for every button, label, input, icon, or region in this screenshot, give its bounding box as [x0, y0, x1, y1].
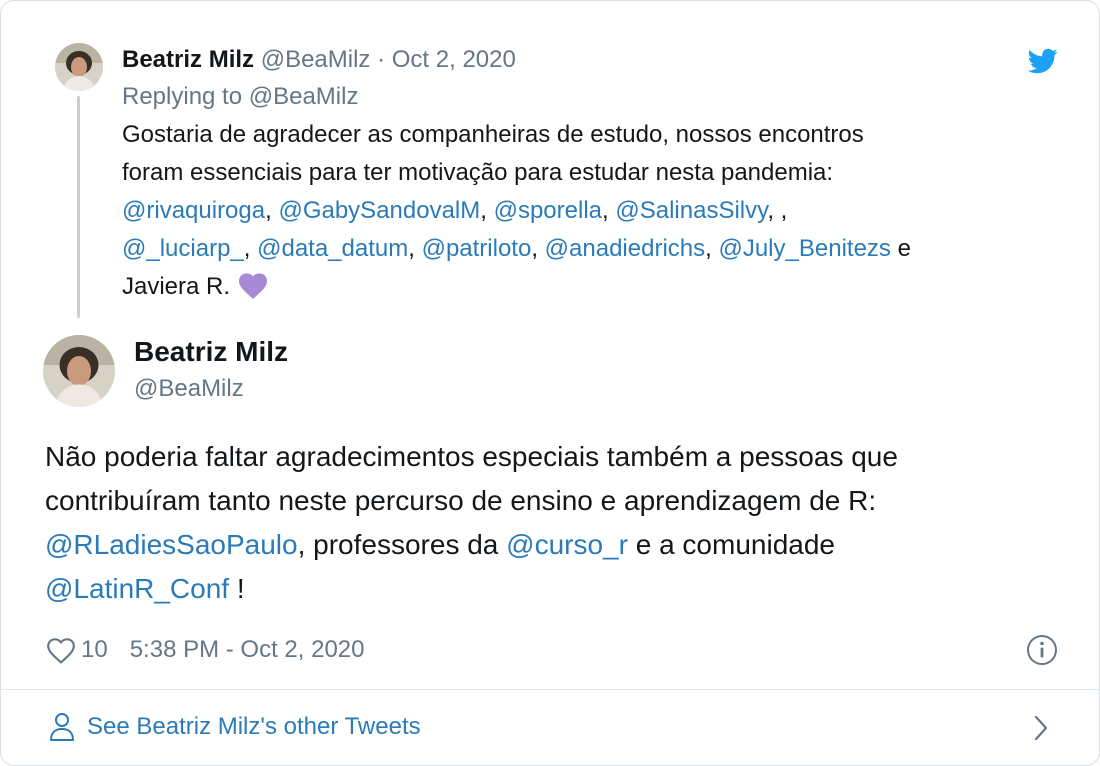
tweet-text-line: Gostaria de agradecer as companheiras de… — [122, 121, 864, 148]
mention-link[interactable]: @rivaquiroga — [122, 197, 265, 224]
tweet-text-line: @LatinR_Conf ! — [45, 567, 1055, 611]
separator: , — [243, 235, 258, 262]
separator: , , — [767, 197, 788, 224]
see-other-tweets-label: See Beatriz Milz's other Tweets — [87, 713, 421, 740]
replying-to[interactable]: Replying to @BeaMilz — [122, 82, 358, 112]
avatar[interactable] — [55, 43, 103, 91]
thread-line — [77, 96, 80, 318]
main-tweet-text: Não poderia faltar agradecimentos especi… — [45, 435, 1055, 611]
tweet-text: e a comunidade — [627, 529, 835, 560]
tweet-text: , professores da — [297, 529, 507, 560]
tweet-text: Javiera R. — [122, 273, 231, 300]
separator: , — [408, 235, 422, 262]
mention-link[interactable]: @sporella — [494, 197, 602, 224]
mention-link[interactable]: @data_datum — [257, 235, 408, 262]
purple-heart-icon — [239, 273, 268, 299]
mention-link[interactable]: @anadiedrichs — [545, 235, 705, 262]
author-name[interactable]: Beatriz Milz — [122, 46, 254, 73]
parent-tweet-text: Gostaria de agradecer as companheiras de… — [122, 116, 1072, 306]
mention-link[interactable]: @curso_r — [506, 529, 628, 560]
separator: , — [531, 235, 545, 262]
tweet-text-line: @RLadiesSaoPaulo, professores da @curso_… — [45, 523, 1055, 567]
parent-tweet-header: Beatriz Milz @BeaMilz · Oct 2, 2020 — [122, 45, 516, 75]
like-count: 10 — [81, 636, 108, 663]
avatar[interactable] — [43, 335, 115, 407]
separator: , — [602, 197, 616, 224]
tweet-text-line: Não poderia faltar agradecimentos especi… — [45, 441, 898, 472]
mention-link[interactable]: @GabySandovalM — [278, 197, 480, 224]
tweet-text-line: Javiera R. — [122, 268, 1072, 306]
like-button[interactable]: 10 — [45, 635, 108, 665]
see-other-tweets-link[interactable]: See Beatriz Milz's other Tweets — [1, 690, 1099, 765]
mention-link[interactable]: @patriloto — [422, 235, 532, 262]
mention-link[interactable]: @RLadiesSaoPaulo — [45, 529, 298, 560]
tweet-text-line: @rivaquiroga, @GabySandovalM, @sporella,… — [122, 192, 1072, 230]
twitter-bird-icon[interactable] — [1028, 46, 1058, 76]
tweet-footer: 10 5:38 PM - Oct 2, 2020 — [45, 633, 365, 667]
separator: , — [265, 197, 279, 224]
mention-link[interactable]: @LatinR_Conf — [45, 573, 229, 604]
mention-link[interactable]: @_luciarp_ — [122, 235, 244, 262]
mention-link[interactable]: @July_Benitezs — [718, 235, 890, 262]
handle-and-date[interactable]: @BeaMilz · Oct 2, 2020 — [261, 46, 516, 73]
embedded-tweet-card: Beatriz Milz @BeaMilz · Oct 2, 2020 Repl… — [0, 0, 1100, 766]
tweet-text-line: @_luciarp_, @data_datum, @patriloto, @an… — [122, 230, 1072, 268]
author-handle[interactable]: @BeaMilz — [134, 374, 244, 404]
tweet-text-line: contribuíram tanto neste percurso de ens… — [45, 485, 877, 516]
chevron-right-icon — [1034, 715, 1048, 741]
person-icon — [50, 713, 74, 741]
separator: , — [705, 235, 719, 262]
heart-outline-icon — [47, 638, 75, 664]
separator: e — [890, 235, 911, 262]
tweet-text: ! — [229, 573, 245, 604]
tweet-text-line: foram essenciais para ter motivação para… — [122, 159, 834, 186]
info-icon[interactable] — [1026, 634, 1058, 666]
separator: , — [480, 197, 494, 224]
author-name[interactable]: Beatriz Milz — [134, 335, 288, 369]
mention-link[interactable]: @SalinasSilvy — [615, 197, 767, 224]
tweet-timestamp[interactable]: 5:38 PM - Oct 2, 2020 — [130, 636, 365, 664]
